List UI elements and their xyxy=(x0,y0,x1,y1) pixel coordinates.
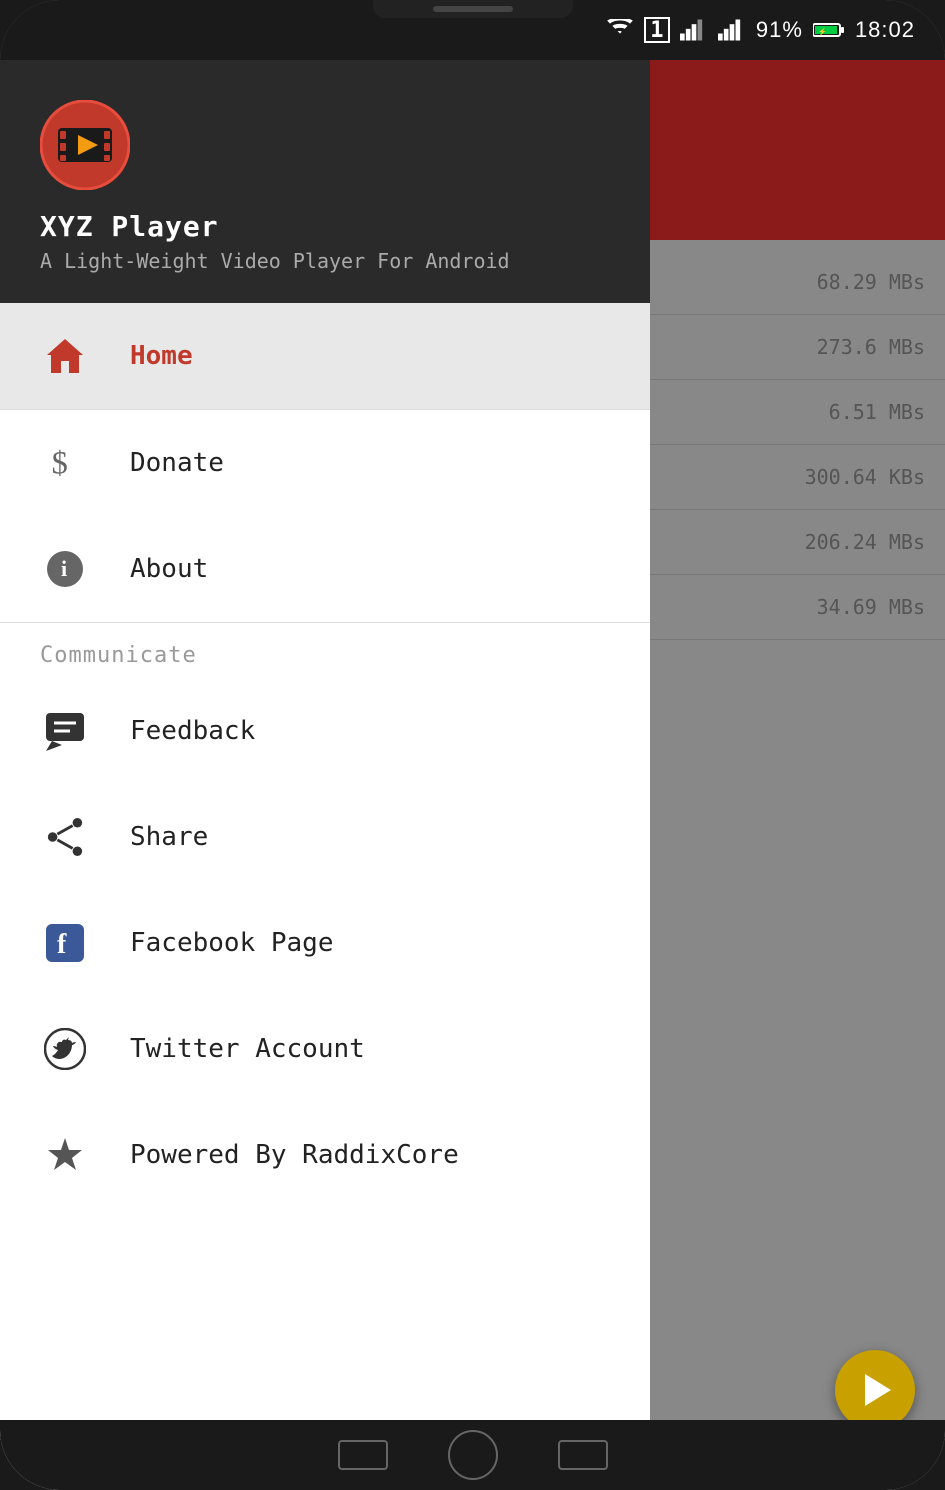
menu-item-home[interactable]: Home xyxy=(0,303,650,409)
menu-item-donate[interactable]: $ Donate xyxy=(0,410,650,516)
menu-label-facebook: Facebook Page xyxy=(130,928,334,958)
phone-frame: 1 91% xyxy=(0,0,945,1490)
menu-label-twitter: Twitter Account xyxy=(130,1034,365,1064)
screen: 1 91% xyxy=(0,0,945,1490)
home-icon xyxy=(40,331,90,381)
info-icon: i xyxy=(40,544,90,594)
right-panel: 68.29 MBs 273.6 MBs 6.51 MBs 300.64 KBs … xyxy=(635,60,945,1490)
facebook-icon: f xyxy=(40,918,90,968)
file-item: 6.51 MBs xyxy=(635,380,945,445)
menu-item-about[interactable]: i About xyxy=(0,516,650,622)
dollar-icon: $ xyxy=(40,438,90,488)
file-size-6: 34.69 MBs xyxy=(655,595,925,619)
bottom-nav-bar xyxy=(0,1420,945,1490)
menu-label-share: Share xyxy=(130,822,208,852)
svg-text:f: f xyxy=(57,929,67,960)
menu-label-about: About xyxy=(130,554,208,584)
share-icon xyxy=(40,812,90,862)
svg-text:⚡: ⚡ xyxy=(818,27,827,36)
file-list: 68.29 MBs 273.6 MBs 6.51 MBs 300.64 KBs … xyxy=(635,240,945,1490)
file-item: 68.29 MBs xyxy=(635,250,945,315)
main-content: 68.29 MBs 273.6 MBs 6.51 MBs 300.64 KBs … xyxy=(0,60,945,1490)
status-time: 18:02 xyxy=(855,17,915,43)
menu-item-twitter[interactable]: Twitter Account xyxy=(0,996,650,1102)
app-logo xyxy=(40,100,130,190)
file-size-4: 300.64 KBs xyxy=(655,465,925,489)
menu-item-facebook[interactable]: f Facebook Page xyxy=(0,890,650,996)
wifi-icon xyxy=(606,19,634,41)
file-size-2: 273.6 MBs xyxy=(655,335,925,359)
signal2-icon xyxy=(718,19,746,41)
battery-text: 91% xyxy=(756,17,803,43)
menu-label-feedback: Feedback xyxy=(130,716,255,746)
svg-text:$: $ xyxy=(52,445,68,481)
file-size-3: 6.51 MBs xyxy=(655,400,925,424)
menu-label-donate: Donate xyxy=(130,448,224,478)
file-item: 34.69 MBs xyxy=(635,575,945,640)
menu-label-powered: Powered By RaddixCore xyxy=(130,1140,459,1170)
file-size-1: 68.29 MBs xyxy=(655,270,925,294)
file-size-5: 206.24 MBs xyxy=(655,530,925,554)
svg-text:i: i xyxy=(61,556,67,581)
star-icon xyxy=(40,1130,90,1180)
notification-icon: 1 xyxy=(644,17,670,43)
notch-dots xyxy=(433,6,513,12)
right-top-bar xyxy=(635,60,945,240)
recents-button[interactable] xyxy=(558,1440,608,1470)
notch-bar xyxy=(373,0,573,18)
app-title: XYZ Player xyxy=(40,210,219,243)
menu-label-home: Home xyxy=(130,341,193,371)
drawer-header: XYZ Player A Light-Weight Video Player F… xyxy=(0,60,650,303)
battery-icon: ⚡ xyxy=(813,20,845,40)
communicate-section-header: Communicate xyxy=(0,623,650,678)
file-item: 300.64 KBs xyxy=(635,445,945,510)
play-fab-button[interactable] xyxy=(835,1350,915,1430)
signal-icon xyxy=(680,19,708,41)
status-icons: 1 91% xyxy=(606,17,915,43)
menu-item-share[interactable]: Share xyxy=(0,784,650,890)
back-button[interactable] xyxy=(338,1440,388,1470)
app-subtitle: A Light-Weight Video Player For Android xyxy=(40,249,510,273)
navigation-drawer: XYZ Player A Light-Weight Video Player F… xyxy=(0,60,650,1490)
file-item: 273.6 MBs xyxy=(635,315,945,380)
twitter-icon xyxy=(40,1024,90,1074)
feedback-icon xyxy=(40,706,90,756)
menu-item-powered[interactable]: Powered By RaddixCore xyxy=(0,1102,650,1208)
home-button[interactable] xyxy=(448,1430,498,1480)
menu-item-feedback[interactable]: Feedback xyxy=(0,678,650,784)
fab-play-icon xyxy=(865,1374,891,1406)
communicate-title: Communicate xyxy=(40,643,197,668)
file-item: 206.24 MBs xyxy=(635,510,945,575)
